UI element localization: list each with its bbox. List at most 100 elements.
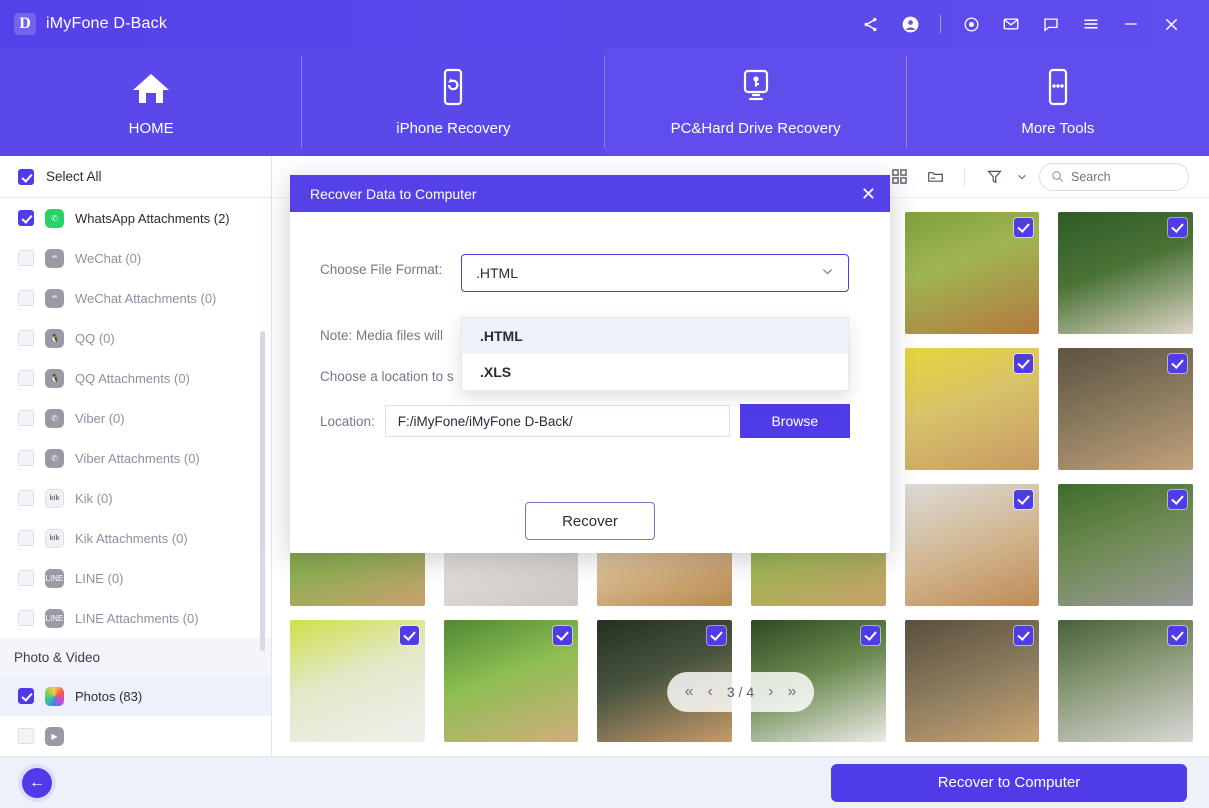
photo-checkbox[interactable] — [1014, 490, 1034, 509]
search-box[interactable] — [1039, 162, 1189, 191]
photo-cell[interactable] — [443, 620, 579, 742]
chat-icon[interactable] — [1031, 6, 1071, 42]
sidebar-item-photos[interactable]: Photos (83) — [0, 676, 271, 716]
target-icon[interactable] — [951, 6, 991, 42]
menu-icon[interactable] — [1071, 6, 1111, 42]
dialog-title: Recover Data to Computer — [310, 185, 477, 202]
sidebar-item-line[interactable]: LINE LINE (0) — [0, 558, 271, 598]
chevron-down-icon[interactable] — [1015, 163, 1029, 191]
sidebar: Select All ✆ WhatsApp Attachments (2) ❛❛… — [0, 156, 272, 756]
select-all-label: Select All — [46, 169, 102, 184]
account-icon[interactable] — [890, 6, 930, 42]
prev-page-button[interactable]: ‹ — [708, 683, 713, 701]
first-page-button[interactable]: « — [685, 683, 694, 701]
photo-checkbox[interactable] — [1168, 490, 1187, 509]
photo-checkbox[interactable] — [1014, 354, 1034, 373]
photo-cell[interactable] — [290, 620, 425, 742]
mail-icon[interactable] — [991, 6, 1031, 42]
photo-cell[interactable] — [904, 620, 1040, 742]
photo-cell[interactable] — [1058, 484, 1193, 606]
sidebar-item-qq-attachments[interactable]: 🐧 QQ Attachments (0) — [0, 358, 271, 398]
video-icon: ▶ — [45, 726, 64, 746]
photo-checkbox[interactable] — [1014, 626, 1034, 645]
back-button[interactable]: ← — [22, 767, 52, 798]
item-label: QQ Attachments (0) — [75, 370, 190, 386]
minimize-icon[interactable] — [1111, 6, 1151, 42]
item-checkbox[interactable] — [18, 688, 34, 704]
photo-checkbox[interactable] — [399, 626, 419, 645]
sidebar-item-wechat[interactable]: ❛❛ WeChat (0) — [0, 238, 271, 278]
item-checkbox[interactable] — [18, 290, 34, 306]
photo-checkbox[interactable] — [707, 626, 726, 645]
item-checkbox[interactable] — [18, 610, 34, 626]
nav-tab-pc-hard-drive-recovery[interactable]: PC&Hard Drive Recovery — [604, 48, 907, 156]
recover-button[interactable]: Recover — [525, 502, 655, 540]
file-format-value: .HTML — [476, 265, 518, 281]
photo-checkbox[interactable] — [1168, 354, 1187, 373]
photo-cell[interactable] — [1058, 212, 1193, 334]
item-checkbox[interactable] — [18, 490, 34, 506]
home-icon — [130, 68, 172, 108]
sidebar-item-whatsapp-attachments[interactable]: ✆ WhatsApp Attachments (2) — [0, 198, 271, 238]
last-page-button[interactable]: » — [787, 683, 796, 701]
sidebar-item-wechat-attachments[interactable]: ❛❛ WeChat Attachments (0) — [0, 278, 271, 318]
photo-checkbox[interactable] — [1168, 218, 1187, 237]
photo-checkbox[interactable] — [1168, 626, 1187, 645]
item-checkbox[interactable] — [18, 250, 34, 266]
filter-icon[interactable] — [979, 163, 1009, 191]
item-checkbox[interactable] — [18, 450, 34, 466]
recover-to-computer-button[interactable]: Recover to Computer — [831, 763, 1187, 802]
dialog-close-icon[interactable]: ✕ — [861, 185, 876, 203]
photo-cell[interactable] — [904, 484, 1040, 606]
item-checkbox[interactable] — [18, 330, 34, 346]
dialog-body: Choose File Format: Note: Media files wi… — [290, 212, 890, 553]
sidebar-item-line-attachments[interactable]: LINE LINE Attachments (0) — [0, 598, 271, 638]
photo-cell[interactable] — [904, 348, 1040, 470]
browse-button[interactable]: Browse — [739, 404, 850, 438]
phone-refresh-icon — [438, 68, 468, 108]
sidebar-item-kik[interactable]: kik Kik (0) — [0, 478, 271, 518]
sidebar-list: ✆ WhatsApp Attachments (2) ❛❛ WeChat (0)… — [0, 198, 271, 756]
photo-cell[interactable] — [1058, 348, 1193, 470]
note-row: Note: Media files will — [320, 328, 460, 343]
dropdown-option-html[interactable]: .HTML — [462, 318, 848, 354]
sidebar-item-qq[interactable]: 🐧 QQ (0) — [0, 318, 271, 358]
wechat-icon: ❛❛ — [45, 248, 64, 268]
photo-checkbox[interactable] — [553, 626, 573, 645]
item-checkbox[interactable] — [18, 570, 34, 586]
photo-checkbox[interactable] — [1014, 218, 1034, 237]
item-checkbox[interactable] — [18, 370, 34, 386]
nav-tab-iphone-recovery[interactable]: iPhone Recovery — [302, 48, 605, 156]
sidebar-item-partial[interactable]: ▶ — [0, 716, 271, 756]
folder-view-icon[interactable] — [920, 163, 950, 191]
monitor-key-icon — [739, 68, 773, 108]
select-all-checkbox[interactable] — [18, 168, 34, 185]
nav-tab-more-tools[interactable]: More Tools — [906, 48, 1209, 156]
line-icon: LINE — [45, 608, 64, 628]
sidebar-item-kik-attachments[interactable]: kik Kik Attachments (0) — [0, 518, 271, 558]
next-page-button[interactable]: › — [768, 683, 773, 701]
viber-icon: ✆ — [45, 448, 64, 468]
item-checkbox[interactable] — [18, 210, 34, 226]
location-row: Location: F:/iMyFone/iMyFone D-Back/ Bro… — [320, 404, 850, 438]
file-format-dropdown: .HTML .XLS — [461, 317, 849, 391]
photo-cell[interactable] — [1058, 620, 1193, 742]
location-input[interactable]: F:/iMyFone/iMyFone D-Back/ — [384, 405, 730, 437]
file-format-select[interactable]: .HTML — [461, 254, 849, 292]
sidebar-item-viber-attachments[interactable]: ✆ Viber Attachments (0) — [0, 438, 271, 478]
close-icon[interactable] — [1151, 6, 1191, 42]
sidebar-item-viber[interactable]: ✆ Viber (0) — [0, 398, 271, 438]
share-icon[interactable] — [850, 6, 890, 42]
item-label: Viber (0) — [75, 410, 125, 426]
title-bar: D iMyFone D-Back — [0, 0, 1209, 48]
search-input[interactable] — [1071, 169, 1167, 184]
item-checkbox[interactable] — [18, 728, 34, 744]
photo-cell[interactable] — [904, 212, 1040, 334]
item-checkbox[interactable] — [18, 530, 34, 546]
select-all-row[interactable]: Select All — [0, 156, 271, 198]
nav-tab-home[interactable]: HOME — [0, 48, 303, 156]
dropdown-option-xls[interactable]: .XLS — [462, 354, 848, 390]
photo-checkbox[interactable] — [860, 626, 880, 645]
item-checkbox[interactable] — [18, 410, 34, 426]
sidebar-scrollbar[interactable] — [260, 331, 265, 651]
